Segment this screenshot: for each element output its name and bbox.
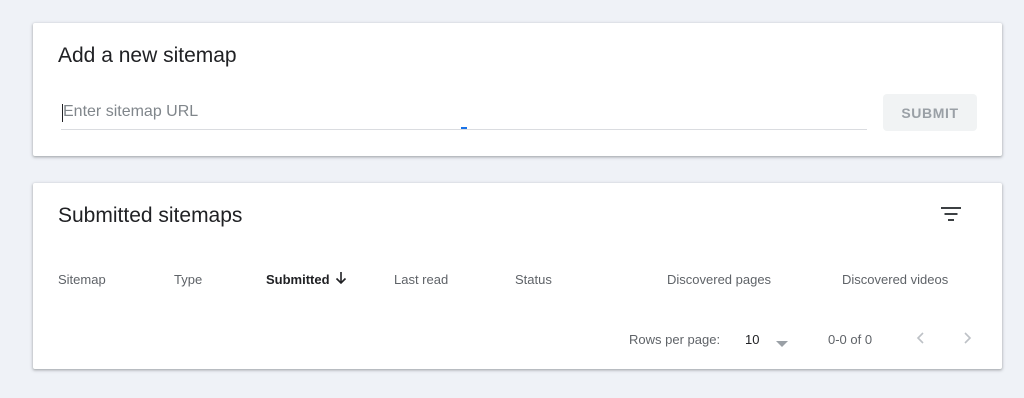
previous-page-button[interactable]: [909, 326, 933, 350]
submitted-sitemaps-card: Submitted sitemaps Sitemap Type Submitte…: [33, 183, 1002, 369]
column-header-discovered-pages[interactable]: Discovered pages: [667, 272, 771, 287]
arrow-down-icon[interactable]: [333, 270, 349, 286]
sitemap-url-field[interactable]: [61, 96, 867, 130]
rows-per-page-value: 10: [745, 332, 760, 347]
next-page-button[interactable]: [955, 326, 979, 350]
chevron-right-icon: [964, 332, 972, 344]
column-header-submitted[interactable]: Submitted: [266, 272, 330, 287]
chevron-left-icon: [916, 332, 924, 344]
pagination-range: 0-0 of 0: [828, 332, 873, 347]
rows-per-page-select[interactable]: 10: [738, 326, 798, 352]
focus-indicator: [461, 127, 467, 129]
add-sitemap-title: Add a new sitemap: [58, 44, 237, 67]
column-header-sitemap[interactable]: Sitemap: [58, 272, 106, 287]
column-header-last-read[interactable]: Last read: [394, 272, 448, 287]
submitted-sitemaps-title: Submitted sitemaps: [58, 204, 243, 227]
rows-per-page-label: Rows per page:: [629, 332, 721, 347]
dropdown-arrow-icon: [776, 335, 788, 353]
add-sitemap-card: Add a new sitemap SUBMIT: [33, 23, 1002, 156]
filter-list-icon[interactable]: [937, 202, 965, 226]
column-header-discovered-videos[interactable]: Discovered videos: [842, 272, 948, 287]
column-header-type[interactable]: Type: [174, 272, 202, 287]
column-header-status[interactable]: Status: [515, 272, 552, 287]
submit-button[interactable]: SUBMIT: [883, 94, 977, 131]
text-caret: [62, 104, 63, 122]
sitemap-url-input[interactable]: [61, 96, 867, 128]
